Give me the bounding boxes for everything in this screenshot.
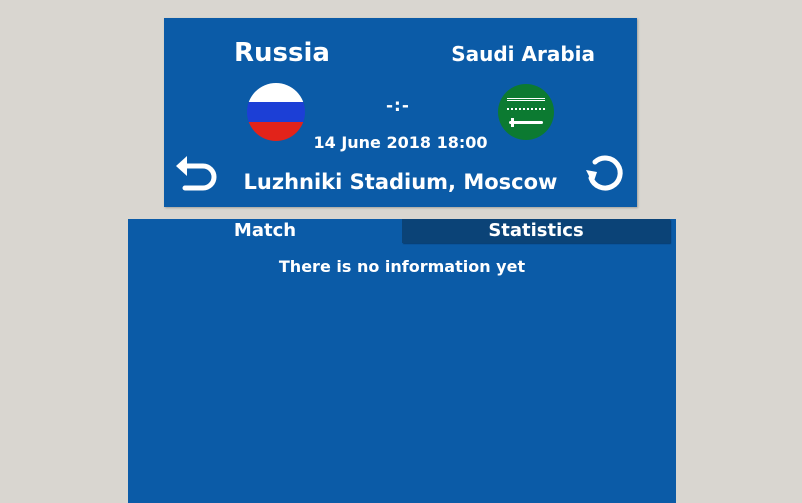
tab-statistics[interactable]: Statistics [402, 219, 670, 243]
undo-arrow-icon [176, 156, 217, 191]
match-header-card: Russia Saudi Arabia -:- 14 June 2018 18:… [164, 18, 637, 207]
app-root: Russia Saudi Arabia -:- 14 June 2018 18:… [0, 0, 802, 503]
match-datetime: 14 June 2018 18:00 [313, 133, 488, 152]
tab-match[interactable]: Match [128, 219, 402, 243]
refresh-icon [586, 155, 623, 191]
refresh-button[interactable] [581, 148, 629, 196]
empty-state-message: There is no information yet [278, 257, 526, 276]
away-team-name: Saudi Arabia [451, 42, 595, 66]
content-panel: Match Statistics There is no information… [128, 219, 676, 503]
back-button[interactable] [173, 150, 221, 198]
match-venue: Luzhniki Stadium, Moscow [243, 170, 558, 194]
saudi-flag-icon [498, 84, 554, 140]
match-score: -:- [386, 96, 410, 116]
tab-bar: Match Statistics [128, 219, 676, 243]
home-team-name: Russia [234, 38, 330, 68]
